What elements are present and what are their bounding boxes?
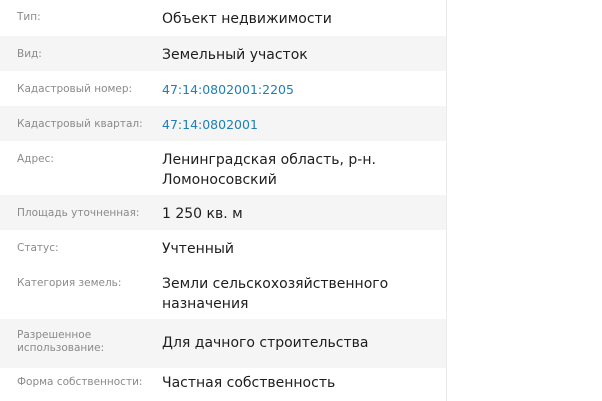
property-row-land-category: Категория земель: Земли сельскохозяйстве… <box>0 265 446 319</box>
property-row-cadastral-quarter: Кадастровый квартал: 47:14:0802001 <box>0 106 446 141</box>
property-label: Площадь уточненная: <box>17 207 140 219</box>
property-row-ownership: Форма собственности: Частная собственнос… <box>0 368 446 401</box>
panel-divider <box>446 0 447 401</box>
property-label: Категория земель: <box>17 277 122 289</box>
property-row-status: Статус: Учтенный <box>0 230 446 265</box>
property-row-cadastral-number: Кадастровый номер: 47:14:0802001:2205 <box>0 71 446 106</box>
property-row-area: Площадь уточненная: 1 250 кв. м <box>0 195 446 230</box>
property-row-address: Адрес: Ленинградская область, р-н. Ломон… <box>0 141 446 195</box>
property-value: 1 250 кв. м <box>162 206 243 222</box>
property-row-kind: Вид: Земельный участок <box>0 36 446 71</box>
property-value: Ленинградская область, р-н. Ломоносовски… <box>162 152 376 188</box>
property-value: Земельный участок <box>162 47 308 63</box>
property-row-permitted-use: Разрешенное использование: Для дачного с… <box>0 319 446 368</box>
property-label: Статус: <box>17 242 59 254</box>
property-label: Кадастровый номер: <box>17 83 133 95</box>
property-label: Кадастровый квартал: <box>17 118 143 130</box>
property-row-type: Тип: Объект недвижимости <box>0 0 446 36</box>
property-label: Адрес: <box>17 153 54 165</box>
property-value: Частная собственность <box>162 375 336 391</box>
cadastral-quarter-link[interactable]: 47:14:0802001 <box>162 115 432 135</box>
property-label: Разрешенное использование: <box>17 329 105 354</box>
property-value: Объект недвижимости <box>162 11 332 27</box>
property-label: Форма собственности: <box>17 376 143 388</box>
property-value: Для дачного строительства <box>162 335 369 351</box>
property-label: Тип: <box>17 11 41 23</box>
property-details-panel: Тип: Объект недвижимости Вид: Земельный … <box>0 0 446 401</box>
property-label: Вид: <box>17 48 42 60</box>
cadastral-number-link[interactable]: 47:14:0802001:2205 <box>162 80 432 100</box>
property-value: Учтенный <box>162 241 235 257</box>
property-value: Земли сельскохозяйственного назначения <box>162 276 389 312</box>
